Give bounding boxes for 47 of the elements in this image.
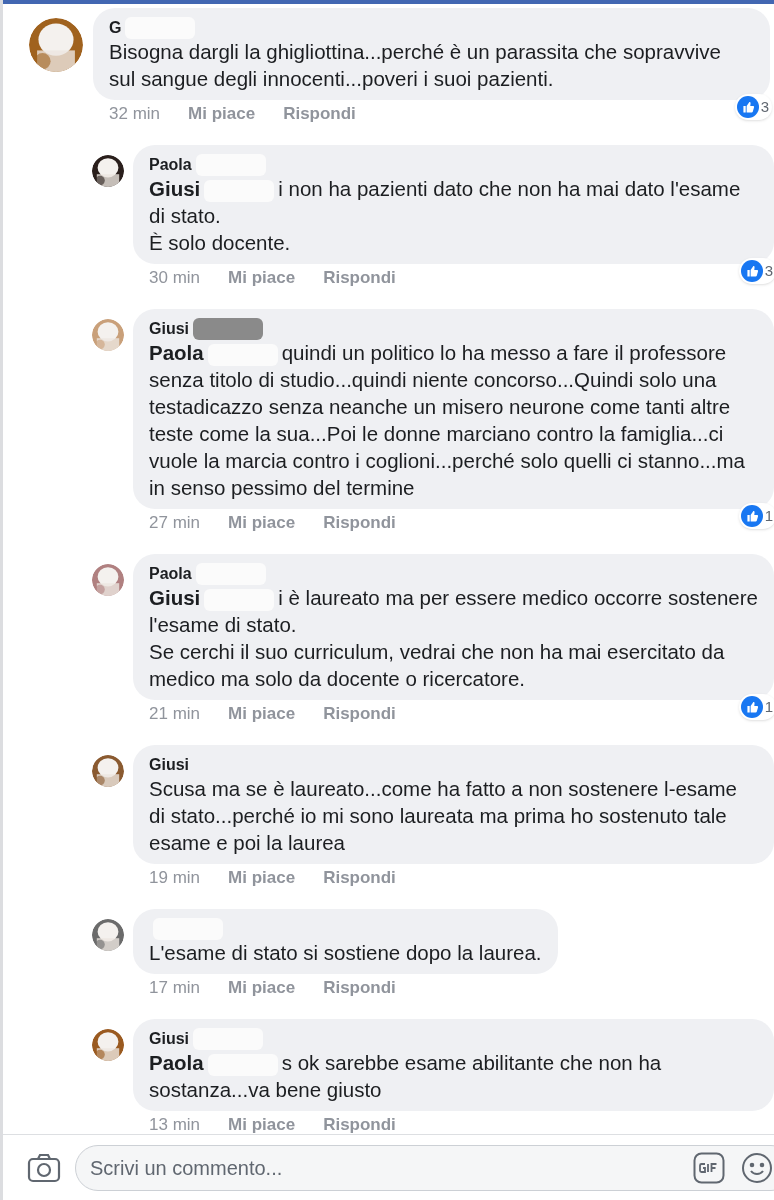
comment-time: 17 min: [149, 977, 201, 999]
reply-link[interactable]: Rispondi: [323, 267, 396, 289]
reply-link[interactable]: Rispondi: [283, 103, 356, 125]
comment-text: Scusa ma se è laureato...come ha fatto a non sostenere l-esame di stato...perché io mi sono laureata ma prima ho sostenuto tale esame e poi la laurea: [149, 776, 738, 856]
commenter-name[interactable]: Paola: [149, 155, 192, 175]
like-link[interactable]: Mi piace: [228, 703, 296, 725]
comment-text: Giusi i è laureato ma per essere medico occorre sostenere l'esame di stato. Se cerchi il suo curriculum, vedrai che non ha mai esercitato da medico ma solo da docente o ricercatore.: [149, 585, 758, 692]
comment-time: 32 min: [109, 103, 161, 125]
thumbs-up-icon: [740, 259, 763, 282]
like-link[interactable]: Mi piace: [228, 867, 296, 889]
commenter-name[interactable]: Paola: [149, 564, 192, 584]
reply-link[interactable]: Rispondi: [323, 1114, 396, 1134]
reply-link[interactable]: Rispondi: [323, 703, 396, 725]
thumbs-up-icon: [740, 504, 763, 527]
comment-time: 13 min: [149, 1114, 201, 1134]
comment-text: Paola s ok sarebbe esame abilitante che non ha sostanza...va bene giusto: [149, 1050, 663, 1103]
comment-text: Bisogna dargli la ghigliottina...perché è un parassita che sopravvive sul sangue degli innocenti...poveri i suoi pazienti.: [109, 39, 722, 92]
camera-icon[interactable]: [27, 1152, 61, 1183]
comment-time: 19 min: [149, 867, 201, 889]
reaction-count[interactable]: 1: [738, 502, 774, 529]
commenter-name[interactable]: G: [109, 18, 122, 38]
like-link[interactable]: Mi piace: [228, 977, 296, 999]
comment-input-field[interactable]: Scrivi un commento...: [90, 1152, 693, 1183]
comment-text: L'esame di stato si sostiene dopo la laurea.: [149, 940, 542, 966]
gif-icon[interactable]: [693, 1151, 725, 1184]
commenter-name[interactable]: Giusi: [149, 755, 189, 775]
thumbs-up-icon: [736, 95, 759, 118]
comment-text: Giusi i non ha pazienti dato che non ha mai dato l'esame di stato. È solo docente.: [149, 176, 742, 256]
like-link[interactable]: Mi piace: [188, 103, 256, 125]
like-link[interactable]: Mi piace: [228, 512, 296, 534]
reply-link[interactable]: Rispondi: [323, 977, 396, 999]
comment-text: Paola quindi un politico lo ha messo a fare il professore senza titolo di studio...quindi niente concorso...Quindi solo una testadicazzo senza neanche un misero neurone come tanti altre teste come la sua...Poi le donne marciano contro la famiglia...ci vuole la marcia contro i coglioni...perché solo quelli ci stanno...ma in senso pessimo del termine: [149, 340, 746, 501]
comment-box[interactable]: Scrivi un commento...: [75, 1144, 774, 1191]
reaction-count[interactable]: 1: [738, 693, 774, 720]
reply-link[interactable]: Rispondi: [323, 867, 396, 889]
comment-time: 27 min: [149, 512, 201, 534]
commenter-name[interactable]: Giusi: [149, 319, 189, 339]
comment-time: 30 min: [149, 267, 201, 289]
commenter-name[interactable]: Giusi: [149, 1029, 189, 1049]
like-link[interactable]: Mi piace: [228, 1114, 296, 1134]
reply-link[interactable]: Rispondi: [323, 512, 396, 534]
emoji-icon[interactable]: [741, 1151, 773, 1184]
reaction-count[interactable]: 3: [734, 93, 772, 120]
like-link[interactable]: Mi piace: [228, 267, 296, 289]
thumbs-up-icon: [740, 695, 763, 718]
comment-time: 21 min: [149, 703, 201, 725]
reaction-count[interactable]: 3: [738, 257, 774, 284]
